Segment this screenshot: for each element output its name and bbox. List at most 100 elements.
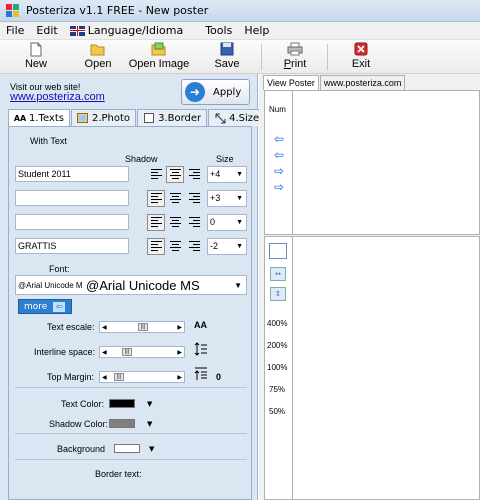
align-left-icon[interactable] <box>147 190 165 207</box>
open-button[interactable]: Open <box>80 41 116 73</box>
with-text-label: With Text <box>30 136 67 146</box>
poster-preview-area[interactable] <box>293 90 480 235</box>
full-page-icon[interactable] <box>269 243 287 259</box>
background-color-swatch[interactable] <box>114 444 140 453</box>
chevron-down-icon[interactable]: ▼ <box>149 445 154 453</box>
align-center-icon[interactable] <box>166 214 184 231</box>
new-button[interactable]: New <box>18 41 54 73</box>
more-button[interactable]: more ⇦ <box>18 299 72 314</box>
text-line-1-input[interactable]: Student 2011 <box>15 166 129 182</box>
fit-width-icon[interactable]: ↔ <box>270 267 286 281</box>
zoom-400[interactable]: 400% <box>267 319 287 328</box>
menu-tools[interactable]: Tools <box>199 22 238 40</box>
arrow-left-icon: ⇦ <box>53 301 66 312</box>
align-right-icon[interactable] <box>185 214 203 231</box>
zoom-200[interactable]: 200% <box>267 341 287 350</box>
slider-right-arrow-icon: ▶ <box>177 324 182 331</box>
tab-website[interactable]: www.posteriza.com <box>319 75 406 90</box>
size-select-2[interactable]: +3 ▼ <box>207 190 247 207</box>
uk-flag-icon <box>69 25 85 36</box>
tab-border[interactable]: 3.Border <box>137 109 208 126</box>
zoom-75[interactable]: 75% <box>269 385 285 394</box>
tab-photo[interactable]: 2.Photo <box>70 109 137 126</box>
text-color-swatch[interactable] <box>109 399 135 408</box>
slider-thumb[interactable]: ||| <box>114 373 124 381</box>
text-line-4-input[interactable]: GRATTIS <box>15 238 129 254</box>
chevron-down-icon: ▼ <box>236 171 243 178</box>
align-center-icon[interactable] <box>166 190 184 207</box>
align-right-icon[interactable] <box>185 238 203 255</box>
zoom-50[interactable]: 50% <box>269 407 285 416</box>
fit-height-icon[interactable]: ↕ <box>270 287 286 301</box>
app-icon <box>6 3 20 18</box>
zoom-100[interactable]: 100% <box>267 363 287 372</box>
slider-left-arrow-icon: ◀ <box>102 349 107 356</box>
save-button[interactable]: Save <box>210 41 244 73</box>
slider-thumb[interactable]: ||| <box>138 323 148 331</box>
menu-language[interactable]: Language/Idioma <box>64 22 189 40</box>
tab-view-poster[interactable]: View Poster <box>263 75 319 90</box>
align-right-icon[interactable] <box>185 166 203 183</box>
border-icon <box>143 113 155 124</box>
chevron-down-icon[interactable]: ▼ <box>147 420 152 428</box>
top-margin-icon <box>194 367 208 383</box>
open-image-button[interactable]: Open Image <box>128 41 190 73</box>
divider <box>15 433 247 434</box>
size-value-1: +4 <box>210 169 221 179</box>
size-select-3[interactable]: 0 ▼ <box>207 214 247 231</box>
slider-thumb[interactable]: ||| <box>122 348 132 356</box>
exit-label: Exit <box>351 58 371 70</box>
border-text-label: Border text: <box>95 469 142 479</box>
preview-tabs: View Poster www.posteriza.com <box>263 75 406 90</box>
text-line-3-input[interactable] <box>15 214 129 230</box>
font-value-small: @Arial Unicode M <box>18 281 83 290</box>
text-escale-label: Text escale: <box>47 322 95 332</box>
exit-button[interactable]: Exit <box>344 41 378 73</box>
arrow-left-icon[interactable]: ⇦ <box>272 149 286 161</box>
arrow-right-icon[interactable]: ⇨ <box>272 165 286 177</box>
text-line-2-input[interactable] <box>15 190 129 206</box>
menu-file[interactable]: File <box>0 22 30 40</box>
top-margin-slider[interactable]: ◀ ||| ▶ <box>99 371 185 383</box>
menu-language-label: Language/Idioma <box>87 23 184 37</box>
tab-size-label: 4.Size <box>229 112 260 124</box>
shadow-color-label: Shadow Color: <box>49 419 109 429</box>
align-left-icon[interactable] <box>147 214 165 231</box>
tab-texts-label: 1.Texts <box>29 113 64 124</box>
align-left-icon[interactable] <box>147 166 165 183</box>
size-value-3: 0 <box>210 217 216 227</box>
align-center-icon[interactable] <box>166 238 184 255</box>
align-center-icon[interactable] <box>166 166 184 183</box>
editor-tabs: AA 1.Texts 2.Photo 3.Border 4.Size <box>8 109 266 127</box>
menu-edit[interactable]: Edit <box>30 22 63 40</box>
chevron-down-icon: ▼ <box>236 195 243 202</box>
texts-tab-content: With Text Shadow Size Student 2011 +4 ▼ +… <box>8 126 252 500</box>
apply-label: Apply <box>213 86 242 98</box>
poster-canvas[interactable] <box>293 236 480 500</box>
preview-side-toolbar: Num ⇦ ⇦ ⇨ ⇨ <box>264 90 293 235</box>
arrow-right-icon[interactable]: ⇨ <box>272 181 286 193</box>
size-select-4[interactable]: -2 ▼ <box>207 238 247 255</box>
arrow-left-icon[interactable]: ⇦ <box>272 133 286 145</box>
slider-left-arrow-icon: ◀ <box>102 374 107 381</box>
size-value-4: -2 <box>210 241 219 251</box>
size-select-1[interactable]: +4 ▼ <box>207 166 247 183</box>
menu-help[interactable]: Help <box>238 22 275 40</box>
interline-space-slider[interactable]: ◀ ||| ▶ <box>99 346 185 358</box>
slider-left-arrow-icon: ◀ <box>102 324 107 331</box>
text-escale-slider[interactable]: ◀ ||| ▶ <box>99 321 185 333</box>
website-link[interactable]: www.posteriza.com <box>10 91 105 103</box>
tab-size[interactable]: 4.Size <box>208 109 266 126</box>
font-select[interactable]: @Arial Unicode M @Arial Unicode MS ▼ <box>15 275 247 295</box>
apply-button[interactable]: ➜ Apply <box>181 79 250 105</box>
size-label: Size <box>216 154 234 164</box>
chevron-down-icon[interactable]: ▼ <box>147 400 152 408</box>
alignment-group-3 <box>147 214 204 231</box>
shadow-color-swatch[interactable] <box>109 419 135 428</box>
exit-close-icon <box>344 41 378 57</box>
align-left-icon[interactable] <box>147 238 165 255</box>
print-button[interactable]: Print <box>277 41 313 73</box>
save-disk-icon <box>210 41 244 57</box>
align-right-icon[interactable] <box>185 190 203 207</box>
tab-texts[interactable]: AA 1.Texts <box>8 109 70 127</box>
